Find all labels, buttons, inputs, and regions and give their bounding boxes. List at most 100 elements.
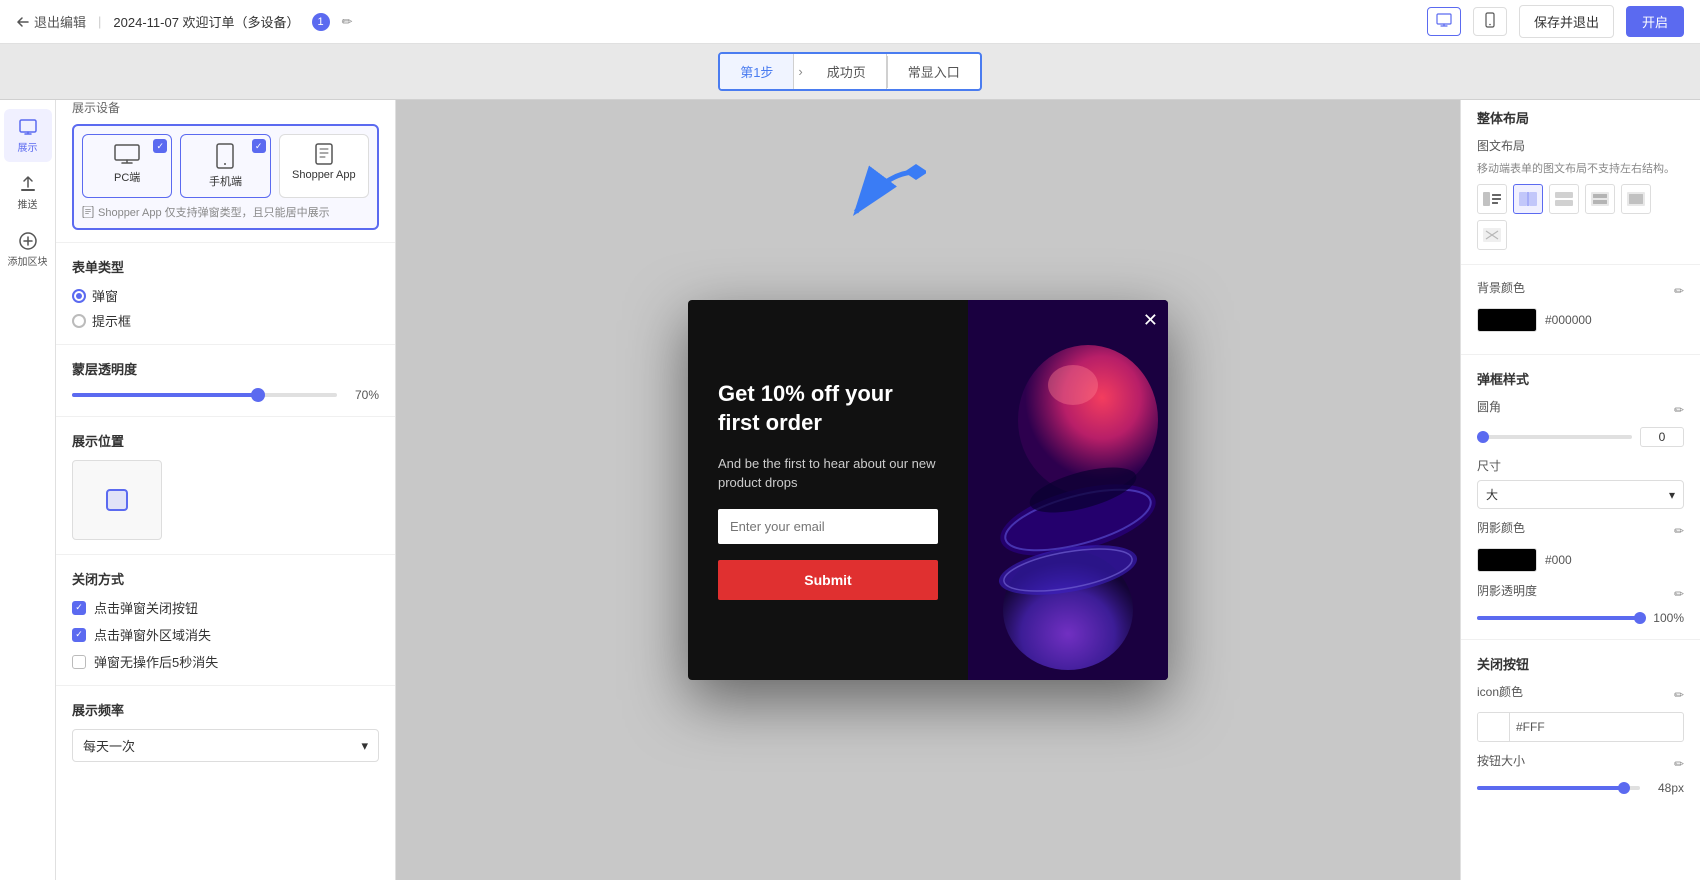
desktop-icon xyxy=(1436,12,1452,28)
popup-subtitle: And be the first to hear about our new p… xyxy=(718,454,938,493)
open-button[interactable]: 开启 xyxy=(1626,6,1684,37)
device-app[interactable]: Shopper App xyxy=(279,134,369,198)
popup-image-area xyxy=(968,300,1168,680)
bg-color-swatch[interactable] xyxy=(1477,308,1537,332)
shadow-color-hex: #000 xyxy=(1545,553,1572,567)
mobile-check: ✓ xyxy=(252,139,266,153)
desktop-view-button[interactable] xyxy=(1427,7,1461,36)
border-radius-edit-icon[interactable]: ✏ xyxy=(1674,403,1684,417)
left-panel: 展示类型 如何使用弹窗表单？ 展示设备 ✓ PC端 ✓ xyxy=(56,44,396,880)
step-2[interactable]: 成功页 xyxy=(807,54,887,89)
sidebar-item-add[interactable]: 添加区块 xyxy=(4,223,52,276)
device-note: Shopper App 仅支持弹窗类型，且只能居中展示 xyxy=(82,204,369,220)
layout-icon-5[interactable] xyxy=(1621,184,1651,214)
edit-icon[interactable]: ✏ xyxy=(342,14,353,30)
border-radius-input[interactable] xyxy=(1640,427,1684,447)
add-label: 添加区块 xyxy=(8,253,48,268)
mobile-view-button[interactable] xyxy=(1473,7,1507,36)
close-option-3[interactable]: 弹窗无操作后5秒消失 xyxy=(72,652,379,671)
overlay-slider-row: 70% xyxy=(72,388,379,402)
step-3[interactable]: 常显入口 xyxy=(888,54,980,89)
close-check-1: ✓ xyxy=(72,601,86,615)
btn-size-thumb[interactable] xyxy=(1618,782,1630,794)
bg-color-title: 背景颜色 xyxy=(1477,279,1525,296)
layout-icon-4[interactable] xyxy=(1585,184,1615,214)
btn-size-row: 48px xyxy=(1477,781,1684,795)
btn-size-fill xyxy=(1477,786,1624,790)
form-type-radio-group: 弹窗 提示框 xyxy=(72,286,379,330)
frequency-title: 展示频率 xyxy=(72,700,379,719)
radio-popup[interactable]: 弹窗 xyxy=(72,286,379,305)
icon-color-edit-icon[interactable]: ✏ xyxy=(1674,688,1684,702)
layout-section-title: 整体布局 xyxy=(1477,108,1684,127)
layout-icon-stacked[interactable] xyxy=(1549,184,1579,214)
blue-arrow xyxy=(796,162,926,245)
close-btn-title: 关闭按钮 xyxy=(1477,654,1684,673)
shadow-color-row: #000 xyxy=(1477,548,1684,572)
close-check-3 xyxy=(72,655,86,669)
border-radius-title: 圆角 xyxy=(1477,398,1501,415)
device-mobile[interactable]: ✓ 手机端 xyxy=(180,134,270,198)
layout-icon-none[interactable] xyxy=(1477,220,1507,250)
position-section: 展示位置 xyxy=(56,416,395,554)
popup-email-input[interactable] xyxy=(718,509,938,544)
step-1[interactable]: 第1步 xyxy=(720,54,794,89)
icon-color-swatch[interactable] xyxy=(1478,713,1510,741)
position-dot[interactable] xyxy=(106,489,128,511)
layout-icon-none-svg xyxy=(1483,228,1501,242)
shadow-opacity-thumb[interactable] xyxy=(1634,612,1646,624)
layout-stacked-icon xyxy=(1555,192,1573,206)
btn-size-edit-icon[interactable]: ✏ xyxy=(1674,757,1684,771)
add-icon xyxy=(18,231,38,251)
position-preview[interactable] xyxy=(72,460,162,540)
border-radius-thumb[interactable] xyxy=(1477,431,1489,443)
form-type-section: 表单类型 弹窗 提示框 xyxy=(56,242,395,344)
btn-size-slider[interactable] xyxy=(1477,786,1640,790)
close-option-1[interactable]: ✓ 点击弹窗关闭按钮 xyxy=(72,598,379,617)
layout-icon-split[interactable] xyxy=(1513,184,1543,214)
layout-split-icon xyxy=(1519,192,1537,206)
shadow-color-title: 阴影颜色 xyxy=(1477,519,1525,536)
bg-color-row: #000000 xyxy=(1477,308,1684,332)
sidebar-item-push[interactable]: 推送 xyxy=(4,166,52,219)
border-radius-slider[interactable] xyxy=(1477,435,1632,439)
push-icon xyxy=(18,174,38,194)
step-container: 第1步 › 成功页 常显入口 xyxy=(718,52,982,91)
stepbar: 第1步 › 成功页 常显入口 xyxy=(0,44,1700,100)
popup-style-title: 弹框样式 xyxy=(1477,369,1684,388)
topbar: 退出编辑 | 2024-11-07 欢迎订单（多设备） 1 ✏ 保存并退出 开启 xyxy=(0,0,1700,44)
device-options: ✓ PC端 ✓ 手机端 xyxy=(82,134,369,198)
save-exit-button[interactable]: 保存并退出 xyxy=(1519,5,1614,38)
close-option-2[interactable]: ✓ 点击弹窗外区域消失 xyxy=(72,625,379,644)
shadow-opacity-slider[interactable] xyxy=(1477,616,1640,620)
topbar-title: 2024-11-07 欢迎订单（多设备） xyxy=(113,12,299,31)
mobile-icon xyxy=(1482,12,1498,28)
mobile-icon xyxy=(216,143,234,169)
device-pc[interactable]: ✓ PC端 xyxy=(82,134,172,198)
chevron-down-icon: ▾ xyxy=(361,738,368,754)
layout-icon-4-svg xyxy=(1591,192,1609,206)
frequency-select[interactable]: 每天一次 ▾ xyxy=(72,729,379,762)
size-select[interactable]: 大 ▾ xyxy=(1477,480,1684,509)
exit-button[interactable]: 退出编辑 xyxy=(16,12,86,31)
device-section: 展示设备 ✓ PC端 ✓ xyxy=(56,87,395,242)
shadow-color-edit-icon[interactable]: ✏ xyxy=(1674,524,1684,538)
layout-icon-img-left[interactable] xyxy=(1477,184,1507,214)
popup-close-button[interactable]: ✕ xyxy=(1143,310,1158,331)
right-panel: 全局样式 整体布局 图文布局 移动端表单的图文布局不支持左右结构。 xyxy=(1460,44,1700,880)
btn-size-title: 按钮大小 xyxy=(1477,752,1525,769)
sidebar-item-display[interactable]: 展示 xyxy=(4,109,52,162)
shadow-opacity-edit-icon[interactable]: ✏ xyxy=(1674,587,1684,601)
overlay-slider-thumb[interactable] xyxy=(251,388,265,402)
step-arrow-1: › xyxy=(794,64,806,79)
shadow-color-swatch[interactable] xyxy=(1477,548,1537,572)
popup-style-section: 弹框样式 圆角 ✏ 尺寸 大 ▾ xyxy=(1461,354,1700,639)
bg-color-edit-icon[interactable]: ✏ xyxy=(1674,284,1684,298)
overlay-slider-track[interactable] xyxy=(72,393,337,397)
center-canvas: ✕ Get 10% off your first order And be th… xyxy=(396,100,1460,880)
radio-tooltip[interactable]: 提示框 xyxy=(72,311,379,330)
device-section-title: 展示设备 xyxy=(72,99,379,116)
size-title: 尺寸 xyxy=(1477,457,1684,474)
popup-submit-button[interactable]: Submit xyxy=(718,560,938,600)
abstract-shape-svg xyxy=(968,300,1168,680)
